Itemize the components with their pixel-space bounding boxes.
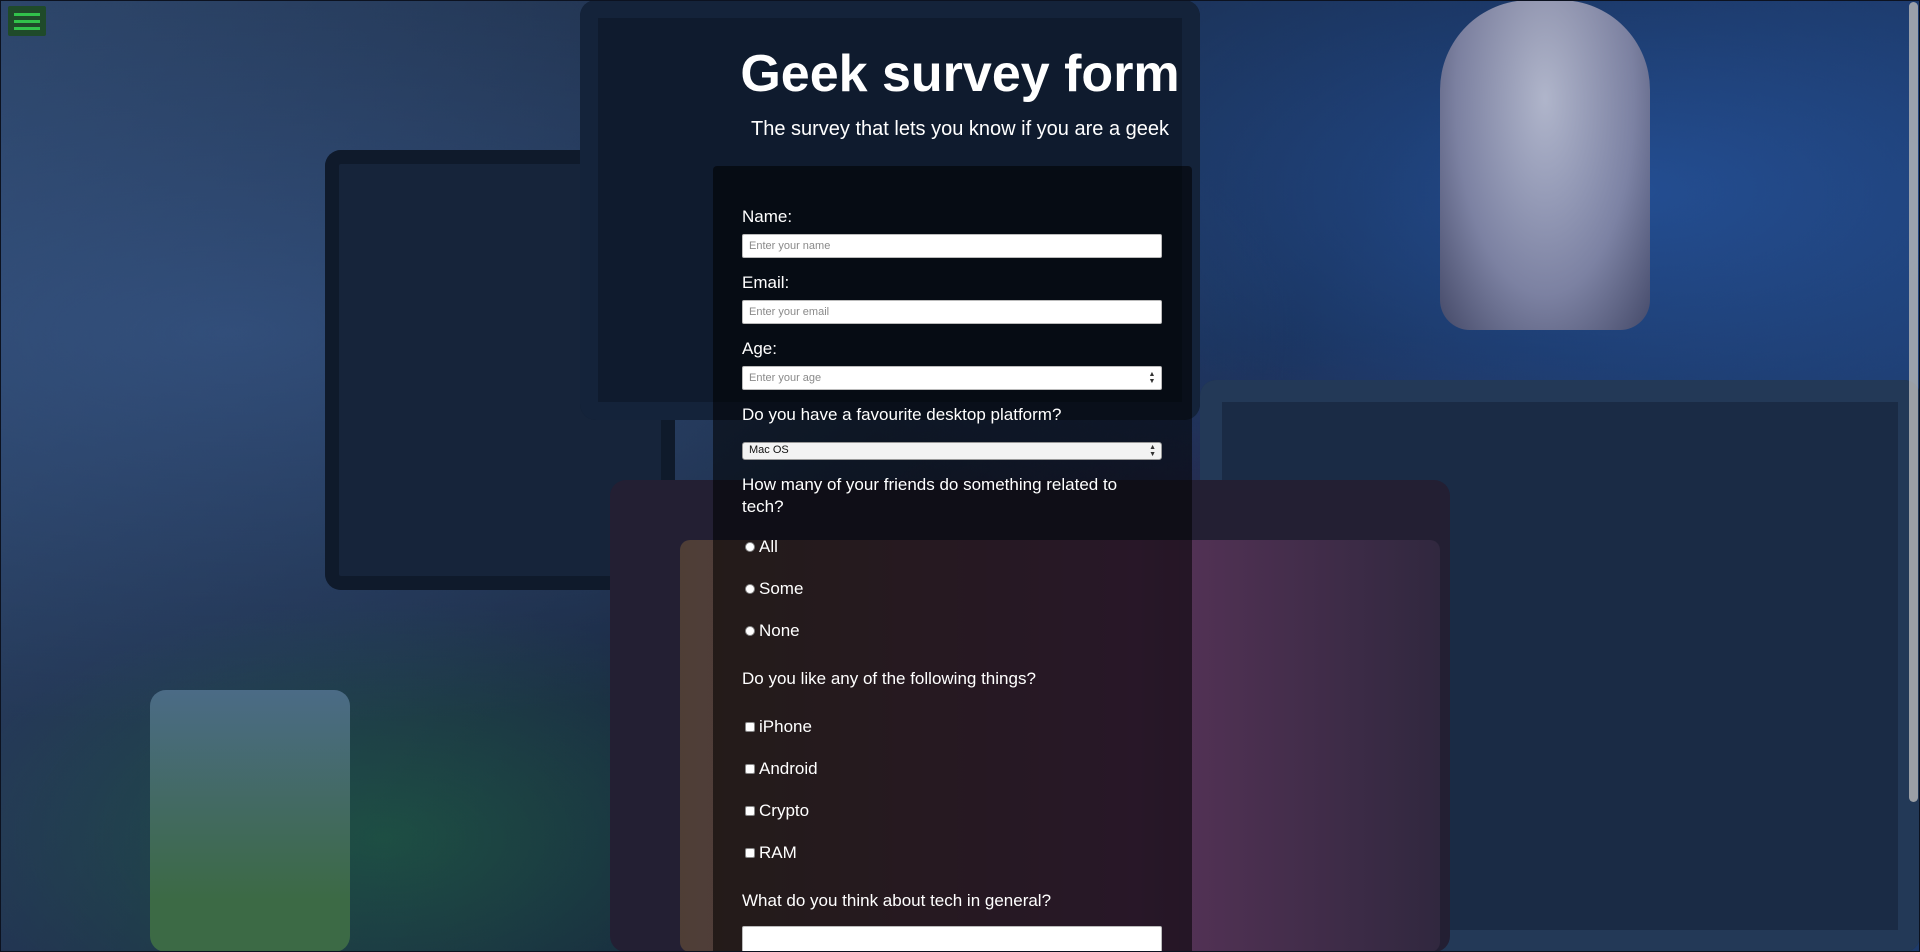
radio-button[interactable]: [745, 542, 755, 552]
friends-option-none[interactable]: None: [742, 620, 1162, 642]
checkbox[interactable]: [745, 764, 755, 774]
page-scrollbar[interactable]: [1909, 2, 1918, 802]
opinion-textarea[interactable]: [742, 926, 1162, 952]
age-field[interactable]: [742, 366, 1162, 390]
email-field[interactable]: [742, 300, 1162, 324]
radio-button[interactable]: [745, 584, 755, 594]
page-subtitle: The survey that lets you know if you are…: [751, 118, 1169, 140]
name-field[interactable]: [742, 234, 1162, 258]
platform-select[interactable]: Mac OS ▲ ▼: [742, 442, 1162, 460]
likes-option-label: RAM: [759, 843, 797, 862]
age-label: Age:: [742, 339, 777, 358]
page-header: Geek survey form The survey that lets yo…: [0, 0, 1920, 142]
age-stepper[interactable]: ▲ ▼: [1148, 371, 1156, 385]
radio-button[interactable]: [745, 626, 755, 636]
friends-option-label: All: [759, 537, 778, 556]
friends-question: How many of your friends do something re…: [742, 475, 1118, 516]
checkbox[interactable]: [745, 806, 755, 816]
likes-option-iphone[interactable]: iPhone: [742, 716, 1162, 738]
opinion-question: What do you think about tech in general?: [742, 891, 1052, 910]
select-arrows-icon: ▲ ▼: [1149, 444, 1156, 458]
checkbox[interactable]: [745, 848, 755, 858]
platform-question: Do you have a favourite desktop platform…: [742, 405, 1062, 424]
platform-select-value: Mac OS: [749, 444, 789, 456]
friends-option-label: None: [759, 621, 800, 640]
likes-option-crypto[interactable]: Crypto: [742, 800, 1162, 822]
friends-option-all[interactable]: All: [742, 536, 1162, 558]
survey-form: Name: Email: Age: ▲▼ Do you have a favou…: [713, 166, 1192, 952]
likes-question: Do you like any of the following things?: [742, 669, 1036, 688]
likes-option-label: Crypto: [759, 801, 810, 820]
likes-option-label: iPhone: [759, 717, 812, 736]
likes-option-android[interactable]: Android: [742, 758, 1162, 780]
friends-option-label: Some: [759, 579, 804, 598]
page-title: Geek survey form: [740, 45, 1180, 103]
background-tv-small: [150, 690, 350, 952]
name-label: Name:: [742, 207, 793, 226]
email-label: Email:: [742, 273, 790, 292]
friends-option-some[interactable]: Some: [742, 578, 1162, 600]
likes-option-label: Android: [759, 759, 818, 778]
checkbox[interactable]: [745, 722, 755, 732]
likes-option-ram[interactable]: RAM: [742, 842, 1162, 864]
